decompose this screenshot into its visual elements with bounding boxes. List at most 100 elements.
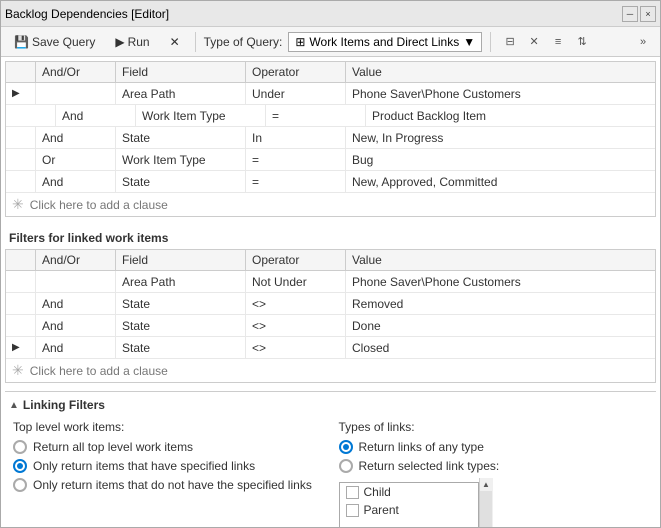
value-cell: Product Backlog Item — [366, 105, 655, 126]
radio-selected-types[interactable]: Return selected link types: — [339, 459, 649, 473]
main-window: Backlog Dependencies [Editor] ─ × 💾 Save… — [0, 0, 661, 528]
child-label: Child — [364, 485, 391, 499]
radio-specified-links[interactable]: Only return items that have specified li… — [13, 459, 323, 473]
radio-dot-any — [343, 444, 349, 450]
col-andor: And/Or — [36, 62, 116, 82]
scroll-up-icon[interactable]: ▲ — [482, 478, 490, 491]
operator-cell: <> — [246, 315, 346, 336]
table-row[interactable]: Area Path Not Under Phone Saver\Phone Cu… — [6, 271, 655, 293]
main-grid-header: And/Or Field Operator Value — [6, 62, 655, 83]
table-row[interactable]: Or Work Item Type = Bug — [6, 149, 655, 171]
col-field: Field — [116, 62, 246, 82]
linking-columns: Top level work items: Return all top lev… — [5, 420, 656, 527]
linked-col-field: Field — [116, 250, 246, 270]
types-of-links-label: Types of links: — [339, 420, 649, 434]
row-arrow-cell — [6, 315, 36, 336]
value-cell: New, In Progress — [346, 127, 655, 148]
table-row[interactable]: ▶ And State <> Closed — [6, 337, 655, 359]
operator-cell: In — [246, 127, 346, 148]
operator-cell: = — [246, 171, 346, 192]
sort-button[interactable]: ⇅ — [571, 31, 593, 53]
row-arrow-cell — [26, 105, 56, 126]
toolbar-icon-group: ⊟ ✕ ≡ ⇅ — [499, 31, 593, 53]
row-arrow-cell — [6, 271, 36, 292]
row-arrow-cell — [6, 127, 36, 148]
radio-return-all[interactable]: Return all top level work items — [13, 440, 323, 454]
table-row[interactable]: ▶ Area Path Under Phone Saver\Phone Cust… — [6, 83, 655, 105]
radio-label-1: Return all top level work items — [33, 440, 193, 454]
operator-cell: <> — [246, 337, 346, 358]
collapse-icon[interactable]: ▲ — [9, 400, 19, 411]
overflow-chevron[interactable]: » — [632, 31, 654, 53]
andor-cell: And — [36, 315, 116, 336]
save-query-button[interactable]: 💾 Save Query — [7, 32, 102, 52]
row-arrow-cell — [6, 171, 36, 192]
field-cell: Area Path — [116, 271, 246, 292]
radio-label-any: Return links of any type — [359, 440, 484, 454]
radio-circle-selected — [339, 459, 353, 473]
value-cell: Phone Saver\Phone Customers — [346, 83, 655, 104]
save-label: Save Query — [32, 35, 95, 49]
linking-filters-section: ▲ Linking Filters Top level work items: … — [5, 391, 656, 527]
list-item[interactable]: Parent — [340, 501, 478, 519]
value-cell: Closed — [346, 337, 655, 358]
row-arrow-cell: ▶ — [6, 337, 36, 358]
andor-cell — [36, 83, 116, 104]
main-filters-grid: And/Or Field Operator Value ▶ Area Path … — [5, 61, 656, 217]
linked-filters-grid: And/Or Field Operator Value Area Path No… — [5, 249, 656, 383]
field-cell: State — [116, 337, 246, 358]
field-cell: State — [116, 171, 246, 192]
value-cell: Done — [346, 315, 655, 336]
radio-label-3: Only return items that do not have the s… — [33, 478, 312, 492]
row-arrow-cell — [6, 149, 36, 170]
main-content: And/Or Field Operator Value ▶ Area Path … — [1, 57, 660, 527]
radio-no-specified-links[interactable]: Only return items that do not have the s… — [13, 478, 323, 492]
run-button[interactable]: ▶ Run — [108, 32, 156, 52]
linked-col-andor: And/Or — [36, 250, 116, 270]
value-cell: Removed — [346, 293, 655, 314]
col-value: Value — [346, 62, 655, 82]
close-icon: ✕ — [170, 35, 180, 49]
tree-view-button[interactable]: ⊟ — [499, 31, 521, 53]
query-type-dropdown[interactable]: ⊞ Work Items and Direct Links ▼ — [288, 32, 482, 52]
add-clause-row[interactable]: ✳ Click here to add a clause — [6, 193, 655, 216]
field-cell: State — [116, 315, 246, 336]
operator-cell: Not Under — [246, 271, 346, 292]
pin-button[interactable]: ─ — [622, 6, 638, 22]
value-cell: Phone Saver\Phone Customers — [346, 271, 655, 292]
andor-cell: And — [36, 127, 116, 148]
add-clause-linked-row[interactable]: ✳ Click here to add a clause — [6, 359, 655, 382]
save-icon: 💾 — [14, 35, 29, 49]
radio-circle-any — [339, 440, 353, 454]
toolbar-separator-2 — [490, 32, 491, 52]
link-types-box: Child Parent — [339, 482, 479, 527]
top-level-label: Top level work items: — [13, 420, 323, 434]
list-item[interactable]: Child — [340, 483, 478, 501]
close-query-button[interactable]: ✕ — [163, 32, 187, 52]
toolbar-right: » — [632, 31, 654, 53]
table-row[interactable]: And State <> Done — [6, 315, 655, 337]
table-row[interactable]: And State In New, In Progress — [6, 127, 655, 149]
andor-cell: And — [36, 337, 116, 358]
close-window-button[interactable]: × — [640, 6, 656, 22]
child-checkbox[interactable] — [346, 486, 359, 499]
link-types-scrollbar[interactable]: ▲ ▼ — [479, 478, 493, 527]
parent-checkbox[interactable] — [346, 504, 359, 517]
radio-any-type[interactable]: Return links of any type — [339, 440, 649, 454]
table-row[interactable]: And Work Item Type = Product Backlog Ite… — [6, 105, 655, 127]
radio-circle-1 — [13, 440, 27, 454]
andor-cell: And — [56, 105, 136, 126]
andor-cell: And — [36, 293, 116, 314]
col-arrow — [6, 62, 36, 82]
radio-label-2: Only return items that have specified li… — [33, 459, 255, 473]
table-row[interactable]: And State = New, Approved, Committed — [6, 171, 655, 193]
table-row[interactable]: And State <> Removed — [6, 293, 655, 315]
linked-grid-header: And/Or Field Operator Value — [6, 250, 655, 271]
top-level-column: Top level work items: Return all top lev… — [5, 420, 331, 527]
columns-button[interactable]: ≡ — [547, 31, 569, 53]
col-operator: Operator — [246, 62, 346, 82]
remove-row-button[interactable]: ✕ — [523, 31, 545, 53]
add-clause-linked-icon: ✳ — [12, 362, 24, 379]
operator-cell: <> — [246, 293, 346, 314]
operator-cell: Under — [246, 83, 346, 104]
